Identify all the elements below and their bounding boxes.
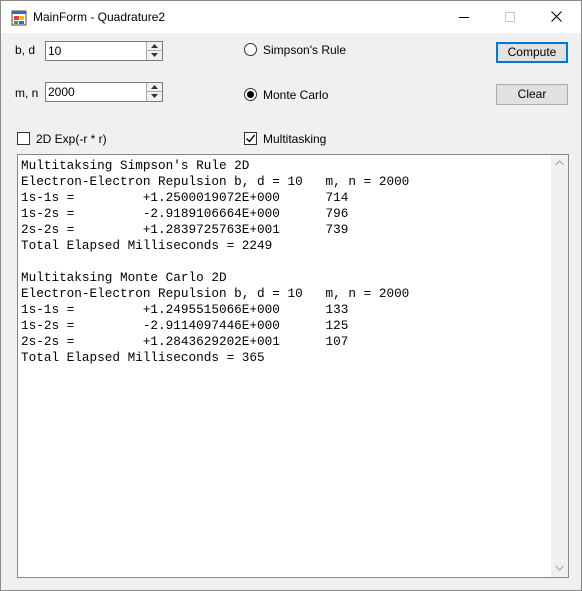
output-line: Total Elapsed Milliseconds = 2249 — [21, 238, 273, 253]
minimize-icon — [459, 17, 469, 18]
maximize-button — [489, 1, 535, 33]
chevron-down-icon — [151, 53, 158, 57]
mn-stepper-arrows — [146, 83, 162, 101]
output-line: 2s-2s = +1.2839725763E+001 739 — [21, 222, 349, 237]
minimize-button[interactable] — [443, 1, 489, 33]
bd-stepper[interactable]: 10 — [45, 41, 163, 61]
mn-label: m, n — [15, 86, 39, 100]
output-text[interactable]: Multitaksing Simpson's Rule 2D Electron-… — [21, 158, 551, 574]
simpsons-label[interactable]: Simpson's Rule — [263, 43, 346, 57]
montecarlo-label[interactable]: Monte Carlo — [263, 88, 328, 102]
montecarlo-radio[interactable] — [244, 88, 257, 101]
output-line: 1s-1s = +1.2495515066E+000 133 — [21, 302, 349, 317]
bd-stepper-arrows — [146, 42, 162, 60]
title-bar[interactable]: MainForm - Quadrature2 — [1, 1, 581, 33]
bd-label: b, d — [15, 43, 36, 57]
mn-value[interactable]: 2000 — [48, 85, 75, 99]
clear-button[interactable]: Clear — [496, 84, 568, 105]
vertical-scrollbar[interactable] — [551, 155, 568, 577]
mn-decrement-button[interactable] — [147, 92, 162, 101]
output-line: Electron-Electron Repulsion b, d = 10 m,… — [21, 286, 410, 301]
mn-increment-button[interactable] — [147, 83, 162, 92]
simpsons-radio[interactable] — [244, 43, 257, 56]
exp2d-checkbox[interactable] — [17, 132, 30, 145]
scroll-down-icon[interactable] — [555, 565, 564, 571]
chevron-down-icon — [151, 94, 158, 98]
compute-button[interactable]: Compute — [496, 42, 568, 63]
bd-decrement-button[interactable] — [147, 51, 162, 60]
scroll-up-icon[interactable] — [555, 160, 564, 166]
output-line: 1s-1s = +1.2500019072E+000 714 — [21, 190, 349, 205]
chevron-up-icon — [151, 44, 158, 48]
main-window: MainForm - Quadrature2 b, d 10 Simpson's… — [0, 0, 582, 591]
output-line: 2s-2s = +1.2843629202E+001 107 — [21, 334, 349, 349]
chevron-up-icon — [151, 85, 158, 89]
mn-stepper[interactable]: 2000 — [45, 82, 163, 102]
output-textbox[interactable]: Multitaksing Simpson's Rule 2D Electron-… — [17, 154, 569, 578]
output-line: Electron-Electron Repulsion b, d = 10 m,… — [21, 174, 410, 189]
close-icon — [551, 11, 562, 22]
close-button[interactable] — [535, 1, 581, 33]
maximize-icon — [505, 12, 515, 22]
bd-increment-button[interactable] — [147, 42, 162, 51]
app-form-icon — [11, 10, 27, 26]
radio-selected-dot — [247, 91, 254, 98]
output-line: Multitaksing Monte Carlo 2D — [21, 270, 227, 285]
output-line: Total Elapsed Milliseconds = 365 — [21, 350, 265, 365]
output-line: 1s-2s = -2.9114097446E+000 125 — [21, 318, 349, 333]
multitasking-label[interactable]: Multitasking — [263, 132, 326, 146]
output-line: Multitaksing Simpson's Rule 2D — [21, 158, 250, 173]
checkmark-icon — [246, 134, 255, 143]
output-line: 1s-2s = -2.9189106664E+000 796 — [21, 206, 349, 221]
window-title: MainForm - Quadrature2 — [33, 10, 166, 24]
exp2d-label[interactable]: 2D Exp(-r * r) — [36, 132, 107, 146]
bd-value[interactable]: 10 — [48, 44, 61, 58]
multitasking-checkbox[interactable] — [244, 132, 257, 145]
